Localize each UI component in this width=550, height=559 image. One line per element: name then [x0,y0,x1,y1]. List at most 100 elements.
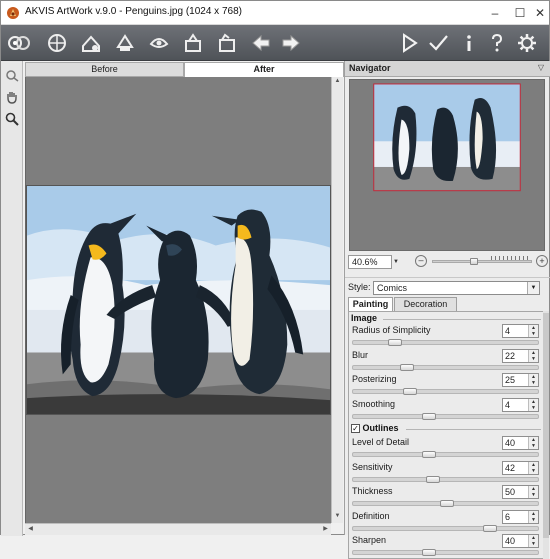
before-after-tabs: Before After [25,62,344,77]
param-value-input[interactable]: 4 ▲ ▼ [502,397,539,412]
spin-arrows-icon[interactable]: ▲ ▼ [528,535,538,547]
param-slider[interactable] [352,339,539,346]
param-label: Posterizing [352,374,397,384]
print-button[interactable] [147,31,171,55]
param-slider[interactable] [352,524,539,532]
run-button[interactable] [397,31,421,55]
canvas-horizontal-scrollbar[interactable]: ◀ ▶ [25,523,331,535]
right-panel: Navigator ▽ 40.6% ▼ – + Style: Comics ▼ … [344,61,550,559]
param-slider[interactable] [352,475,539,483]
style-value: Comics [377,283,408,293]
param-value-input[interactable]: 42 ▲ ▼ [502,460,539,475]
param-value-input[interactable]: 22 ▲ ▼ [502,348,539,363]
param-slider[interactable] [352,500,539,507]
settings-scroll-thumb[interactable] [543,313,549,538]
close-button[interactable]: ✕ [530,3,550,23]
param-slider[interactable] [352,363,539,371]
zoom-tool[interactable] [4,111,20,127]
scroll-right-arrow[interactable]: ▶ [321,525,330,534]
canvas-vertical-scrollbar[interactable]: ▲ ▼ [331,77,343,523]
hand-with-brush-tool[interactable] [4,67,20,83]
spin-arrows-icon[interactable]: ▲ ▼ [528,486,538,498]
zoom-slider[interactable] [432,256,532,265]
redo-button[interactable] [279,31,303,55]
tab-before[interactable]: Before [25,62,184,77]
outlines-checkbox[interactable]: ✓ [351,424,360,434]
spin-arrows-icon[interactable]: ▲ ▼ [528,510,538,523]
zoom-dropdown-arrow[interactable]: ▼ [393,255,403,269]
title-bar: AKVIS ArtWork v.9.0 - Penguins.jpg (1024… [1,1,549,25]
spin-arrows-icon[interactable]: ▲ ▼ [528,437,538,449]
spin-arrows-icon[interactable]: ▲ ▼ [528,374,538,386]
param-value-input[interactable]: 4 ▲ ▼ [502,324,539,338]
param-value-input[interactable]: 6 ▲ ▼ [502,509,539,524]
tab-painting[interactable]: Painting [348,297,393,312]
zoom-input[interactable]: 40.6% [348,255,392,269]
param-value: 25 [505,375,516,385]
scroll-up-arrow[interactable]: ▲ [333,78,342,87]
settings-button[interactable] [515,31,539,55]
save-image-button[interactable] [79,31,103,55]
param-label: Thickness [352,486,393,496]
param-slider-thumb[interactable] [387,339,402,346]
collapse-navigator-icon[interactable]: ▽ [538,63,544,72]
param-value-input[interactable]: 25 ▲ ▼ [502,373,539,387]
spin-arrows-icon[interactable]: ▲ ▼ [528,461,538,474]
app-logo-icon [7,7,19,19]
outline-param-row: Sensitivity 42 ▲ ▼ [352,460,539,485]
image-param-row: Smoothing 4 ▲ ▼ [352,397,539,422]
spin-arrows-icon[interactable]: ▲ ▼ [528,349,538,362]
settings-scrollbar[interactable] [543,311,549,559]
param-slider[interactable] [352,451,539,458]
param-slider-thumb[interactable] [482,524,497,532]
style-dropdown[interactable]: Comics ▼ [373,281,540,295]
process-button[interactable] [45,31,69,55]
undo-button[interactable] [249,31,273,55]
param-slider-thumb[interactable] [422,549,437,556]
param-value-input[interactable]: 40 ▲ ▼ [502,534,539,548]
param-value: 40 [505,536,516,546]
param-slider-thumb[interactable] [399,363,414,371]
scroll-left-arrow[interactable]: ◀ [26,525,35,534]
tab-after-label: After [253,64,275,74]
navigator-preview[interactable] [349,79,545,251]
zoom-in-icon[interactable]: + [536,255,548,267]
zoom-slider-ticks [491,256,531,260]
batch-icon [116,34,134,51]
param-slider-thumb[interactable] [439,500,454,507]
help-button[interactable] [485,31,509,55]
scroll-down-arrow[interactable]: ▼ [333,513,342,522]
tab-decoration[interactable]: Decoration [394,297,457,312]
param-slider-thumb[interactable] [422,412,437,420]
maximize-button[interactable]: ☐ [510,3,530,23]
batch-button[interactable] [113,31,137,55]
zoom-out-icon[interactable]: – [415,255,427,267]
info-button[interactable] [457,31,481,55]
image-param-row: Blur 22 ▲ ▼ [352,348,539,373]
param-slider-thumb[interactable] [425,475,440,483]
param-value-input[interactable]: 40 ▲ ▼ [502,436,539,450]
hand-tool[interactable] [4,89,20,105]
spin-arrows-icon[interactable]: ▲ ▼ [528,398,538,411]
apply-button[interactable] [426,31,450,55]
hand-with-brush-icon [6,70,19,82]
image-canvas[interactable] [25,77,331,523]
style-row: Style: Comics ▼ [345,277,550,295]
minimize-button[interactable]: – [485,3,505,23]
painting-decoration-tabs: Painting Decoration [348,297,546,312]
zoom-slider-thumb[interactable] [470,258,479,265]
param-slider-thumb[interactable] [403,388,418,395]
param-label: Radius of Simplicity [352,325,431,335]
param-label: Level of Detail [352,437,410,447]
param-slider[interactable] [352,388,539,395]
open-image-button[interactable] [7,31,31,55]
param-slider-thumb[interactable] [422,451,437,458]
tab-after[interactable]: After [184,62,344,77]
param-value-input[interactable]: 50 ▲ ▼ [502,485,539,499]
spin-arrows-icon[interactable]: ▲ ▼ [528,325,538,337]
style-label: Style: [348,282,371,292]
presets-button[interactable] [215,31,239,55]
share-button[interactable] [181,31,205,55]
param-slider[interactable] [352,412,539,420]
param-slider[interactable] [352,549,539,556]
